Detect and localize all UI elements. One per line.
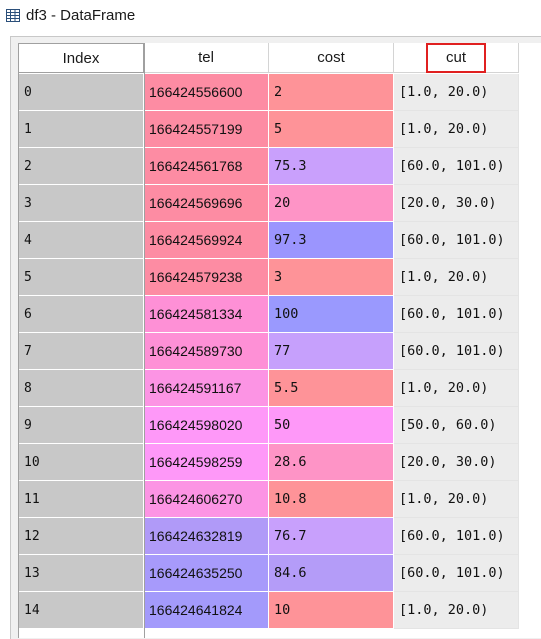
cell-tel[interactable]: 166424569924 [144, 222, 269, 259]
cell-cut[interactable]: [1.0, 20.0) [394, 74, 519, 111]
cell-cost[interactable]: 2 [269, 74, 394, 111]
table-grid-icon [6, 8, 20, 22]
cell-cut[interactable]: [60.0, 101.0) [394, 333, 519, 370]
window-title: df3 - DataFrame [26, 6, 136, 24]
column-header-index[interactable]: Index [19, 43, 144, 73]
table-row: 5 166424579238 3 [1.0, 20.0) [19, 259, 519, 296]
cell-cut[interactable]: [1.0, 20.0) [394, 592, 519, 629]
cell-tel[interactable]: 166424579238 [144, 259, 269, 296]
column-header-tel[interactable]: tel [144, 43, 269, 73]
cell-cut[interactable]: [60.0, 101.0) [394, 148, 519, 185]
cell-cost[interactable]: 84.6 [269, 555, 394, 592]
cell-cut[interactable]: [50.0, 60.0) [394, 407, 519, 444]
cell-cut[interactable]: [60.0, 101.0) [394, 518, 519, 555]
column-highlight-box: cut [426, 42, 486, 73]
table-body: 0 166424556600 2 [1.0, 20.0) 1 166424557199 5[… [19, 74, 519, 629]
cell-cost[interactable]: 5 [269, 111, 394, 148]
cell-cost[interactable]: 50 [269, 407, 394, 444]
cell-cost[interactable]: 10 [269, 592, 394, 629]
cell-index[interactable]: 8 [19, 370, 144, 407]
cell-index[interactable]: 12 [19, 518, 144, 555]
cell-tel[interactable]: 166424598259 [144, 444, 269, 481]
table-row: 8 166424591167 5.5 [1.0, 20.0) [19, 370, 519, 407]
dataframe-grid: Index tel cost cut 0 166424556600 2 [1.0, 2… [18, 42, 541, 638]
cell-index[interactable]: 5 [19, 259, 144, 296]
cell-index[interactable]: 11 [19, 481, 144, 518]
table-row: 2 166424561768 75.3 [60.0, 101.0) [19, 148, 519, 185]
cell-tel[interactable]: 166424641824 [144, 592, 269, 629]
cell-cost[interactable]: 77 [269, 333, 394, 370]
column-header-label: tel [198, 49, 214, 66]
cell-index[interactable]: 4 [19, 222, 144, 259]
cell-index[interactable]: 1 [19, 111, 144, 148]
cell-index[interactable]: 10 [19, 444, 144, 481]
cell-cost[interactable]: 3 [269, 259, 394, 296]
column-header-cut[interactable]: cut [394, 42, 519, 73]
cell-tel[interactable]: 166424632819 [144, 518, 269, 555]
cell-tel[interactable]: 166424561768 [144, 148, 269, 185]
cell-cost[interactable]: 5.5 [269, 370, 394, 407]
cell-tel[interactable]: 166424589730 [144, 333, 269, 370]
cell-tel[interactable]: 166424591167 [144, 370, 269, 407]
column-header-label: cut [445, 49, 466, 66]
cell-cost[interactable]: 10.8 [269, 481, 394, 518]
cell-cost[interactable]: 20 [269, 185, 394, 222]
cell-cut[interactable]: [1.0, 20.0) [394, 370, 519, 407]
cell-cut[interactable]: [20.0, 30.0) [394, 444, 519, 481]
window-titlebar: df3 - DataFrame [0, 0, 541, 30]
cell-index[interactable]: 6 [19, 296, 144, 333]
column-header-label: cost [317, 49, 345, 66]
table-row: 1 166424557199 5 [1.0, 20.0) [19, 111, 519, 148]
table-row: 9 166424598020 50 [50.0, 60.0) [19, 407, 519, 444]
column-header-cost[interactable]: cost [269, 43, 394, 73]
cell-tel[interactable]: 166424556600 [144, 74, 269, 111]
cell-tel[interactable]: 166424598020 [144, 407, 269, 444]
table-row: 14 166424641824 10 [1.0, 20.0) [19, 592, 519, 629]
cell-index[interactable]: 0 [19, 74, 144, 111]
cell-cut[interactable]: [20.0, 30.0) [394, 185, 519, 222]
cell-cut[interactable]: [1.0, 20.0) [394, 111, 519, 148]
cell-index[interactable]: 9 [19, 407, 144, 444]
cell-index[interactable]: 14 [19, 592, 144, 629]
cell-index[interactable]: 7 [19, 333, 144, 370]
table-row: 13 166424635250 84.6 [60.0, 101.0) [19, 555, 519, 592]
column-header-row: Index tel cost cut [19, 42, 519, 73]
table-row: 10 166424598259 28.6 [20.0, 30.0) [19, 444, 519, 481]
cell-cost[interactable]: 97.3 [269, 222, 394, 259]
cell-tel[interactable]: 166424557199 [144, 111, 269, 148]
cell-cut[interactable]: [60.0, 101.0) [394, 555, 519, 592]
cell-cost[interactable]: 100 [269, 296, 394, 333]
table-row: 12 166424632819 76.7 [60.0, 101.0) [19, 518, 519, 555]
cell-cut[interactable]: [60.0, 101.0) [394, 222, 519, 259]
index-divider [144, 43, 145, 638]
cell-cost[interactable]: 75.3 [269, 148, 394, 185]
column-header-label: Index [62, 49, 100, 67]
table-row: 4 166424569924 97.3 [60.0, 101.0) [19, 222, 519, 259]
cell-tel[interactable]: 166424569696 [144, 185, 269, 222]
cell-tel[interactable]: 166424606270 [144, 481, 269, 518]
cell-cost[interactable]: 76.7 [269, 518, 394, 555]
table-row: 11 166424606270 10.8 [1.0, 20.0) [19, 481, 519, 518]
table-row: 3 166424569696 20 [20.0, 30.0) [19, 185, 519, 222]
cell-tel[interactable]: 166424581334 [144, 296, 269, 333]
cell-cost[interactable]: 28.6 [269, 444, 394, 481]
cell-cut[interactable]: [60.0, 101.0) [394, 296, 519, 333]
cell-cut[interactable]: [1.0, 20.0) [394, 481, 519, 518]
cell-index[interactable]: 2 [19, 148, 144, 185]
table-row: 7 166424589730 77 [60.0, 101.0) [19, 333, 519, 370]
table-row: 6 166424581334 100 [60.0, 101.0) [19, 296, 519, 333]
cell-index[interactable]: 3 [19, 185, 144, 222]
cell-cut[interactable]: [1.0, 20.0) [394, 259, 519, 296]
cell-tel[interactable]: 166424635250 [144, 555, 269, 592]
cell-index[interactable]: 13 [19, 555, 144, 592]
table-row: 0 166424556600 2 [1.0, 20.0) [19, 74, 519, 111]
